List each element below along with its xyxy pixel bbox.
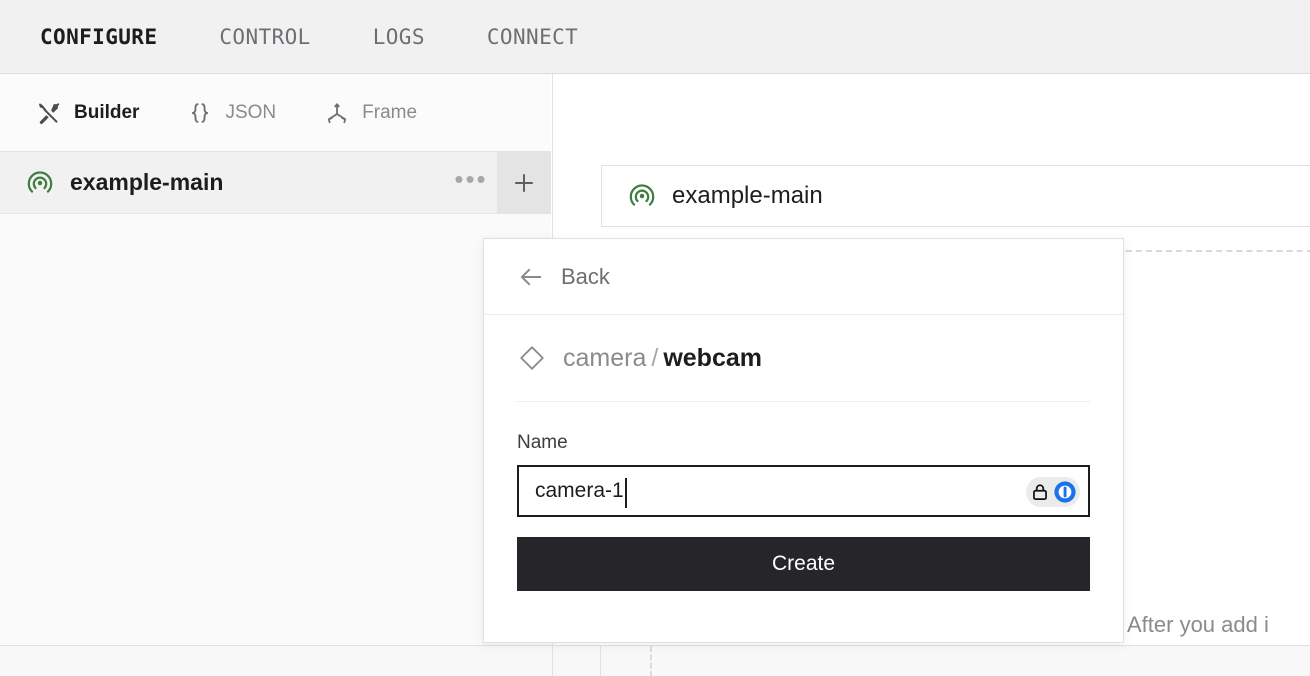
breadcrumb-model-name: webcam	[663, 343, 762, 372]
lock-icon[interactable]	[1029, 481, 1051, 503]
ellipsis-icon[interactable]: •••	[445, 152, 497, 214]
signal-icon	[26, 169, 54, 197]
signal-icon	[628, 182, 656, 210]
tab-frame[interactable]: Frame	[324, 100, 417, 126]
topnav-item-control[interactable]: CONTROL	[219, 25, 310, 49]
strip-divider-dashed	[650, 646, 652, 676]
popover-back-label: Back	[561, 263, 610, 289]
plus-icon[interactable]	[497, 151, 551, 214]
tab-frame-label: Frame	[362, 101, 418, 123]
tab-builder-label: Builder	[74, 101, 140, 123]
breadcrumb-text: camera / webcam	[563, 344, 762, 373]
breadcrumb-namespace: camera	[563, 343, 647, 372]
sidebar-item-label: example-main	[70, 169, 224, 195]
name-input-wrapper[interactable]	[517, 465, 1090, 517]
app-window: CONFIGURE CONTROL LOGS CONNECT Builder J…	[0, 0, 1310, 676]
onepassword-icon[interactable]	[1053, 480, 1077, 504]
password-manager-badge[interactable]	[1026, 477, 1080, 507]
tab-json[interactable]: JSON	[187, 100, 276, 126]
popover-divider	[517, 401, 1090, 402]
canvas-empty-hint: After you add i	[1127, 612, 1269, 637]
popover-back-button[interactable]: Back	[484, 239, 1123, 315]
arrow-left-icon	[517, 263, 545, 291]
name-field-label: Name	[517, 432, 568, 453]
strip-divider-1	[552, 646, 553, 676]
builder-mode-toolbar: Builder JSON Frame	[0, 74, 551, 152]
popover-body: camera / webcam Name camera-1 Create	[484, 315, 1123, 591]
top-navigation-bar: CONFIGURE CONTROL LOGS CONNECT	[0, 0, 1310, 74]
text-cursor	[625, 478, 627, 508]
tab-builder[interactable]: Builder	[36, 100, 139, 126]
name-input[interactable]	[519, 467, 1088, 515]
create-button[interactable]: Create	[517, 537, 1090, 591]
axes-icon	[324, 100, 350, 126]
canvas-node-label: example-main	[672, 182, 823, 209]
diamond-icon	[517, 343, 547, 373]
topnav-item-configure[interactable]: CONFIGURE	[40, 25, 157, 49]
braces-icon	[187, 100, 213, 126]
resource-sidebar: example-main •••	[0, 151, 551, 645]
breadcrumb-separator: /	[651, 343, 659, 372]
canvas-node-example-main[interactable]: example-main	[601, 165, 1310, 227]
tools-icon	[36, 100, 62, 126]
strip-divider-2	[600, 646, 601, 676]
create-resource-popover: Back camera / webcam Name camera-1 Creat…	[483, 238, 1124, 643]
sidebar-item-example-main[interactable]: example-main •••	[0, 151, 551, 214]
topnav-item-connect[interactable]: CONNECT	[487, 25, 578, 49]
popover-breadcrumb: camera / webcam	[517, 315, 1090, 401]
create-button-label: Create	[771, 552, 836, 575]
topnav-item-logs[interactable]: LOGS	[373, 25, 425, 49]
bottom-canvas-strip	[0, 645, 1310, 676]
tab-json-label: JSON	[225, 101, 277, 123]
